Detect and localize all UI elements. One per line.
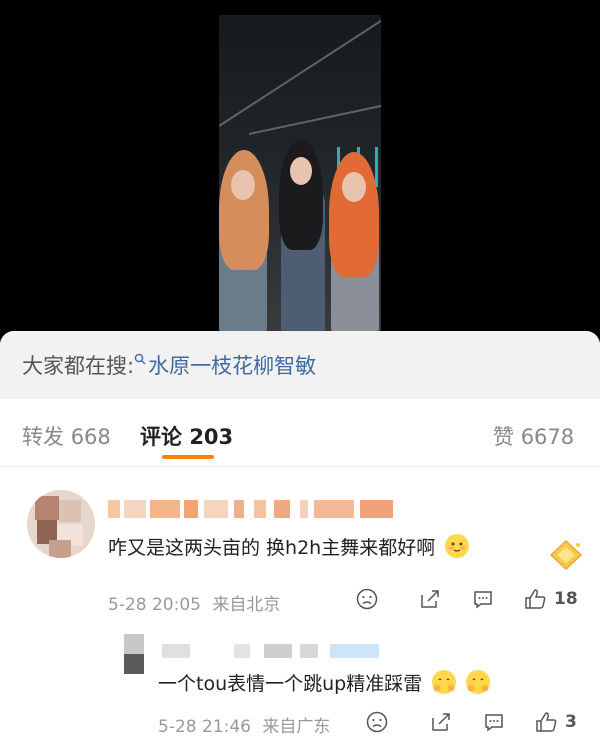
thumbs-up-icon: [536, 712, 557, 732]
tab-comment-count: 203: [189, 425, 234, 449]
tab-repost-label: 转发: [22, 425, 64, 449]
stage-light: [375, 147, 378, 187]
tab-like-label: 赞: [493, 425, 514, 449]
frown-face-icon: [366, 711, 388, 733]
trending-search-prefix: 大家都在搜:: [22, 354, 135, 378]
video-player[interactable]: [0, 0, 600, 332]
trending-search-query: 水原一枝花柳智敏: [148, 354, 317, 378]
diamond-badge-icon[interactable]: [547, 538, 585, 572]
like-count: 18: [554, 589, 578, 609]
share-icon: [432, 713, 450, 731]
hugging-face-icon: [466, 670, 491, 694]
tab-comment[interactable]: 评论 203: [140, 421, 233, 451]
reply-button[interactable]: [472, 588, 494, 610]
share-button[interactable]: [419, 588, 441, 610]
frown-face-icon: [356, 588, 378, 610]
username-pixelated[interactable]: [108, 500, 393, 518]
reply-dislike-button[interactable]: [366, 711, 388, 733]
reply-time: 5-28 21:46: [158, 717, 251, 737]
reply-share-button[interactable]: [430, 711, 452, 733]
ceiling-beam: [248, 99, 381, 135]
reply-like-button[interactable]: 3: [535, 711, 577, 733]
trending-search-bar[interactable]: 大家都在搜: 水原一枝花柳智敏: [0, 331, 600, 399]
comment-text: 咋又是这两头亩的 换h2h主舞来都好啊: [108, 533, 470, 560]
comment-bubble-icon: [485, 714, 503, 732]
tab-like-count: 6678: [520, 425, 575, 449]
comment-time: 5-28 20:05: [108, 595, 201, 615]
reply-username-pixelated[interactable]: [124, 634, 379, 674]
dancer-middle-face: [290, 157, 312, 185]
dancer-right-face: [342, 172, 366, 202]
dancer-left-face: [231, 170, 255, 200]
tab-repost-count: 668: [70, 425, 111, 449]
dancer-right-hair: [329, 152, 379, 277]
dancer-left-hair: [219, 150, 269, 270]
tab-repost[interactable]: 转发 668: [22, 421, 111, 451]
thumbs-up-icon: [525, 589, 546, 609]
video-frame[interactable]: [219, 15, 381, 332]
comment-body: 咋又是这两头亩的 换h2h主舞来都好啊: [108, 537, 436, 559]
reply-reply-button[interactable]: [483, 711, 505, 733]
tab-comment-label: 评论: [140, 425, 182, 449]
comment-location: 来自北京: [212, 595, 281, 615]
like-button[interactable]: 18: [524, 588, 578, 610]
tab-like[interactable]: 赞 6678: [493, 421, 574, 451]
search-icon: [134, 353, 146, 369]
share-icon: [421, 590, 439, 608]
comment-bubble-icon: [474, 591, 492, 609]
reply-like-count: 3: [565, 712, 577, 732]
trending-search-link[interactable]: 水原一枝花柳智敏: [134, 350, 316, 380]
reply-body: 一个tou表情一个跳up精准踩雷: [158, 673, 423, 695]
comment-meta: 5-28 20:05 来自北京: [108, 590, 280, 615]
reply-text: 一个tou表情一个跳up精准踩雷: [158, 669, 491, 696]
reply-location: 来自广东: [262, 717, 331, 737]
reply-meta: 5-28 21:46 来自广东: [158, 712, 330, 737]
avatar[interactable]: [27, 490, 95, 558]
tab-active-indicator: [162, 455, 214, 459]
tab-bar: 转发 668 评论 203 赞 6678: [0, 399, 600, 467]
hugging-face-icon: [432, 670, 457, 694]
dislike-button[interactable]: [356, 588, 378, 610]
blushing-face-icon: [445, 534, 470, 558]
